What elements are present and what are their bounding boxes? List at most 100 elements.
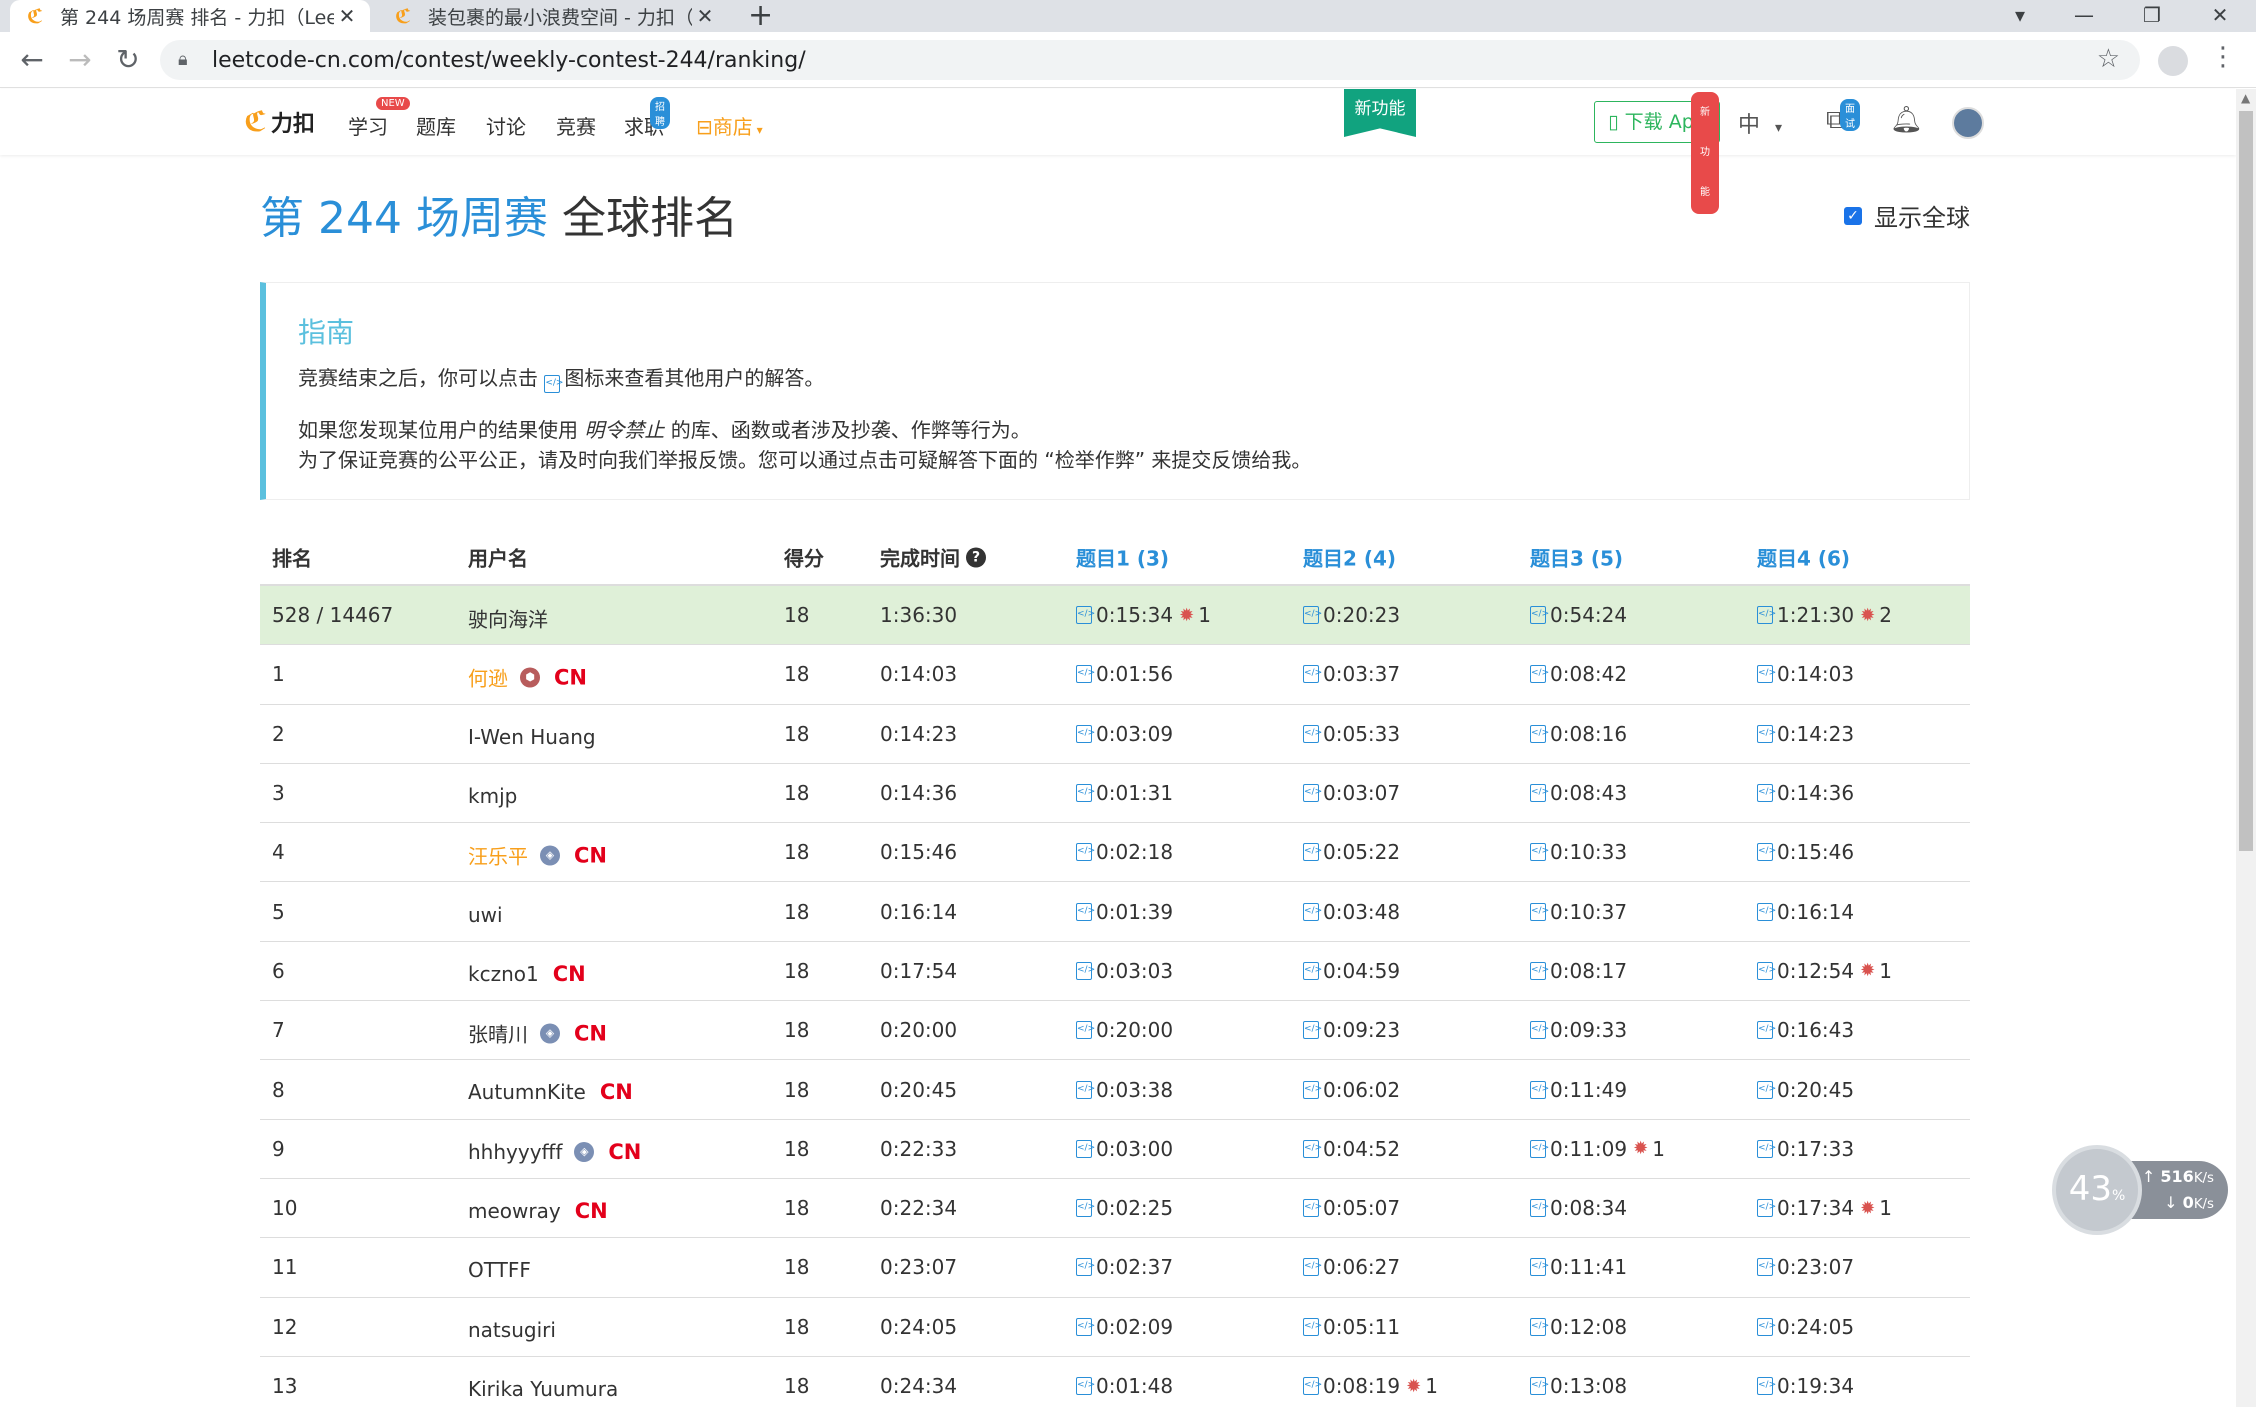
bookmark-star-icon[interactable]: ☆ [2097,44,2120,74]
code-solution-icon[interactable]: </> [1076,1199,1095,1218]
new-feature-flag[interactable]: 新功能 [1344,89,1416,137]
code-solution-icon[interactable]: </> [1530,902,1549,921]
code-solution-icon[interactable]: </> [1303,665,1322,684]
checkbox-checked-icon[interactable]: ✓ [1844,206,1862,225]
nav-contest[interactable]: 竞赛 [556,111,596,140]
back-icon[interactable]: ← [12,40,52,80]
code-solution-icon[interactable]: </> [1076,1021,1095,1040]
tab-packaging-problem[interactable]: ℭ 装包裹的最小浪费空间 - 力扣（Le ✕ [378,0,728,32]
interview-icon[interactable]: ⧉ 面试 [1826,99,1860,136]
username-link[interactable]: kczno1 [468,962,539,986]
code-solution-icon[interactable]: </> [1076,902,1095,921]
code-solution-icon[interactable]: </> [1530,724,1549,743]
code-solution-icon[interactable]: </> [1757,784,1776,803]
code-solution-icon[interactable]: </> [1757,902,1776,921]
username-link[interactable]: Kirika Yuumura [468,1377,618,1401]
username-link[interactable]: OTTFF [468,1258,531,1282]
username-link[interactable]: 张晴川 [468,1019,528,1048]
code-solution-icon[interactable]: </> [1530,1139,1549,1158]
code-solution-icon[interactable]: </> [1076,1377,1095,1395]
nav-jobs[interactable]: 求职 招聘 [624,97,670,140]
code-solution-icon[interactable]: </> [1303,1199,1322,1218]
url-text[interactable]: leetcode-cn.com/contest/weekly-contest-2… [212,48,806,73]
code-solution-icon[interactable]: </> [1757,1080,1776,1099]
code-solution-icon[interactable]: </> [1303,902,1322,921]
nav-store[interactable]: ⊟商店 ▾ [696,111,763,140]
code-solution-icon[interactable]: </> [1076,843,1095,862]
code-solution-icon[interactable]: </> [1303,784,1322,803]
code-solution-icon[interactable]: </> [1757,1139,1776,1158]
code-solution-icon[interactable]: </> [1076,784,1095,803]
code-solution-icon[interactable]: </> [1757,665,1776,684]
reload-icon[interactable]: ↻ [108,40,148,80]
code-solution-icon[interactable]: </> [1076,1317,1095,1336]
code-solution-icon[interactable]: </> [1757,843,1776,862]
close-window-icon[interactable]: ✕ [2200,0,2240,32]
header-q4[interactable]: 题目4 (6) [1757,543,1850,572]
header-q3[interactable]: 题目3 (5) [1530,543,1623,572]
code-solution-icon[interactable]: </> [1757,1199,1776,1218]
username-link[interactable]: natsugiri [468,1318,556,1342]
code-solution-icon[interactable]: </> [1303,961,1322,980]
code-solution-icon[interactable]: </> [1757,724,1776,743]
username-link[interactable]: uwi [468,903,503,927]
code-solution-icon[interactable]: </> [1530,784,1549,803]
nav-learn[interactable]: 学习 NEW [348,97,410,140]
user-avatar[interactable] [1952,107,1984,139]
code-solution-icon[interactable]: </> [1303,724,1322,743]
scroll-up-icon[interactable]: ▲ [2241,91,2250,105]
network-speed-widget[interactable]: ↑ 516K/s ↓ 0K/s 43% [2050,1145,2230,1235]
code-solution-icon[interactable]: </> [1303,606,1322,625]
code-solution-icon[interactable]: </> [1530,1258,1549,1277]
code-solution-icon[interactable]: </> [1076,606,1095,625]
code-solution-icon[interactable]: </> [1530,1021,1549,1040]
nav-discuss[interactable]: 讨论 [486,111,526,140]
username-link[interactable]: 何逊 [468,663,508,692]
page-scrollbar[interactable]: ▲ [2236,89,2256,1407]
code-solution-icon[interactable]: </> [1076,724,1095,743]
code-solution-icon[interactable]: </> [1530,1317,1549,1336]
code-solution-icon[interactable]: </> [1303,1021,1322,1040]
restore-icon[interactable]: ❐ [2132,0,2172,32]
code-solution-icon[interactable]: </> [1530,961,1549,980]
close-tab-icon[interactable]: ✕ [692,4,718,28]
code-solution-icon[interactable]: </> [1076,1139,1095,1158]
username-link[interactable]: I-Wen Huang [468,725,596,749]
forward-icon[interactable]: → [60,40,100,80]
code-solution-icon[interactable]: </> [1757,1258,1776,1277]
code-solution-icon[interactable]: </> [1303,1377,1322,1395]
code-solution-icon[interactable]: </> [1757,1021,1776,1040]
username-link[interactable]: AutumnKite [468,1080,586,1104]
code-solution-icon[interactable]: </> [1530,665,1549,684]
code-solution-icon[interactable]: </> [1757,1377,1776,1395]
code-solution-icon[interactable]: </> [1076,1080,1095,1099]
code-solution-icon[interactable]: </> [1530,1199,1549,1218]
tab-search-icon[interactable]: ▾ [2000,0,2040,32]
code-solution-icon[interactable]: </> [1303,1139,1322,1158]
leetcode-logo[interactable]: ℭ 力扣 [244,105,315,138]
username-link[interactable]: hhhyyyfff [468,1140,562,1164]
address-bar[interactable]: 🔒︎ leetcode-cn.com/contest/weekly-contes… [160,40,2140,80]
help-icon[interactable]: ? [966,547,986,567]
nav-problems[interactable]: 题库 [416,111,456,140]
code-solution-icon[interactable]: </> [1303,1317,1322,1336]
code-solution-icon[interactable]: </> [1757,606,1776,625]
show-global-toggle[interactable]: ✓ 显示全球 [1844,198,1970,233]
language-selector[interactable]: 中 ▾ [1738,107,1782,139]
code-solution-icon[interactable]: </> [1530,1377,1549,1395]
minimize-icon[interactable]: — [2064,0,2104,32]
browser-profile-icon[interactable] [2158,46,2188,76]
browser-menu-icon[interactable]: ⋮ [2210,42,2236,72]
code-solution-icon[interactable]: </> [1303,1258,1322,1277]
username-link[interactable]: kmjp [468,784,517,808]
download-app-button[interactable]: ▯ 下载 App 新功能 [1594,92,1720,214]
code-solution-icon[interactable]: </> [1076,1258,1095,1277]
bell-icon[interactable]: 🔔︎ [1890,105,1923,135]
code-solution-icon[interactable]: </> [1303,843,1322,862]
code-solution-icon[interactable]: </> [1076,961,1095,980]
code-solution-icon[interactable]: </> [1530,843,1549,862]
code-solution-icon[interactable]: </> [1303,1080,1322,1099]
code-solution-icon[interactable]: </> [1757,961,1776,980]
code-solution-icon[interactable]: </> [1757,1317,1776,1336]
contest-title-link[interactable]: 第 244 场周赛 [260,193,548,244]
